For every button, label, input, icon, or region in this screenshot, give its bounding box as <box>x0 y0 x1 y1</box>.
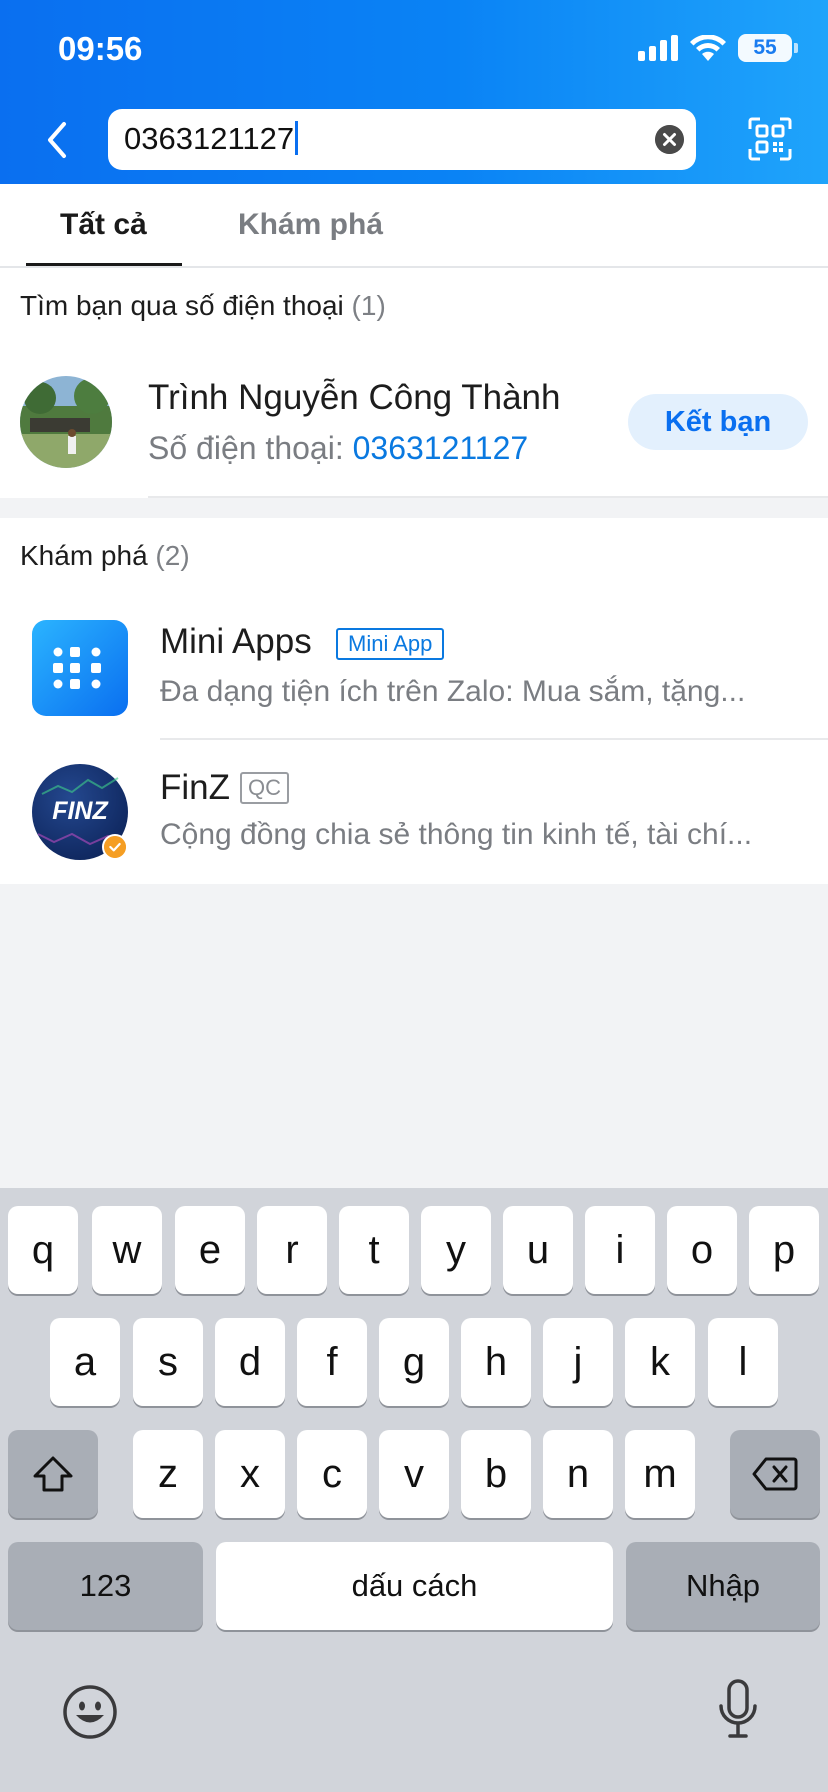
tab-all[interactable]: Tất cả <box>60 208 147 242</box>
section-title: Khám phá (2) <box>20 540 190 571</box>
numbers-key[interactable]: 123 <box>8 1542 203 1630</box>
return-key[interactable]: Nhập <box>626 1542 820 1630</box>
finz-logo-icon[interactable]: FINZ <box>32 764 128 860</box>
key-u[interactable]: u <box>503 1206 573 1294</box>
key-o[interactable]: o <box>667 1206 737 1294</box>
wifi-icon <box>690 35 726 61</box>
space-key[interactable]: dấu cách <box>216 1542 613 1630</box>
chevron-left-icon[interactable] <box>38 118 78 162</box>
key-e[interactable]: e <box>175 1206 245 1294</box>
shift-icon <box>33 1456 73 1492</box>
clear-icon[interactable] <box>655 125 684 154</box>
keyboard: q w e r t y u i o p a s d f g h j k l z … <box>0 1188 828 1792</box>
avatar[interactable] <box>20 376 112 468</box>
search-text[interactable]: 0363121127 <box>124 121 299 157</box>
battery-icon: 55 <box>738 34 798 62</box>
key-d[interactable]: d <box>215 1318 285 1406</box>
list-item-description: Đa dạng tiện ích trên Zalo: Mua sắm, tặn… <box>160 675 746 708</box>
microphone-icon[interactable] <box>716 1678 760 1742</box>
key-x[interactable]: x <box>215 1430 285 1518</box>
list-item-title[interactable]: Mini Apps <box>160 622 312 662</box>
mini-apps-icon[interactable] <box>32 620 128 716</box>
key-q[interactable]: q <box>8 1206 78 1294</box>
tab-bar: Tất cả Khám phá <box>0 184 828 268</box>
delete-key[interactable] <box>730 1430 820 1518</box>
list-item-description: Cộng đồng chia sẻ thông tin kinh tế, tài… <box>160 818 753 851</box>
qr-code-icon[interactable] <box>748 117 792 161</box>
key-n[interactable]: n <box>543 1430 613 1518</box>
backspace-icon <box>752 1457 798 1491</box>
section-title: Tìm bạn qua số điện thoại (1) <box>20 290 386 321</box>
status-time: 09:56 <box>58 30 143 67</box>
key-b[interactable]: b <box>461 1430 531 1518</box>
header-bar: 09:56 55 0363121127 <box>0 0 828 184</box>
key-k[interactable]: k <box>625 1318 695 1406</box>
emoji-icon[interactable] <box>62 1684 118 1740</box>
shift-key[interactable] <box>8 1430 98 1518</box>
key-y[interactable]: y <box>421 1206 491 1294</box>
list-item-title[interactable]: FinZ <box>160 768 230 808</box>
key-m[interactable]: m <box>625 1430 695 1518</box>
mini-app-badge: Mini App <box>336 628 445 660</box>
key-t[interactable]: t <box>339 1206 409 1294</box>
verified-badge-icon <box>102 834 128 860</box>
key-g[interactable]: g <box>379 1318 449 1406</box>
key-p[interactable]: p <box>749 1206 819 1294</box>
ad-badge: QC <box>240 772 289 804</box>
key-w[interactable]: w <box>92 1206 162 1294</box>
add-friend-button[interactable]: Kết bạn <box>628 394 808 450</box>
divider <box>148 496 828 498</box>
key-i[interactable]: i <box>585 1206 655 1294</box>
key-j[interactable]: j <box>543 1318 613 1406</box>
tab-discover[interactable]: Khám phá <box>238 208 383 242</box>
key-f[interactable]: f <box>297 1318 367 1406</box>
contact-phone: Số điện thoại: 0363121127 <box>148 430 529 466</box>
cellular-signal-icon <box>638 35 678 61</box>
key-s[interactable]: s <box>133 1318 203 1406</box>
key-z[interactable]: z <box>133 1430 203 1518</box>
contact-name[interactable]: Trình Nguyễn Công Thành <box>148 378 560 418</box>
search-input[interactable]: 0363121127 <box>108 109 696 170</box>
active-tab-indicator <box>26 263 182 266</box>
key-r[interactable]: r <box>257 1206 327 1294</box>
key-h[interactable]: h <box>461 1318 531 1406</box>
key-c[interactable]: c <box>297 1430 367 1518</box>
finz-logo-text: FINZ <box>52 797 108 825</box>
status-icons: 55 <box>638 34 798 62</box>
key-l[interactable]: l <box>708 1318 778 1406</box>
key-a[interactable]: a <box>50 1318 120 1406</box>
divider <box>160 738 828 740</box>
phone-search-section: Tìm bạn qua số điện thoại (1) Trình Nguy… <box>0 268 828 498</box>
discover-section: Khám phá (2) Mini Apps Mini App Đa dạng … <box>0 518 828 884</box>
key-v[interactable]: v <box>379 1430 449 1518</box>
text-caret <box>295 121 299 155</box>
